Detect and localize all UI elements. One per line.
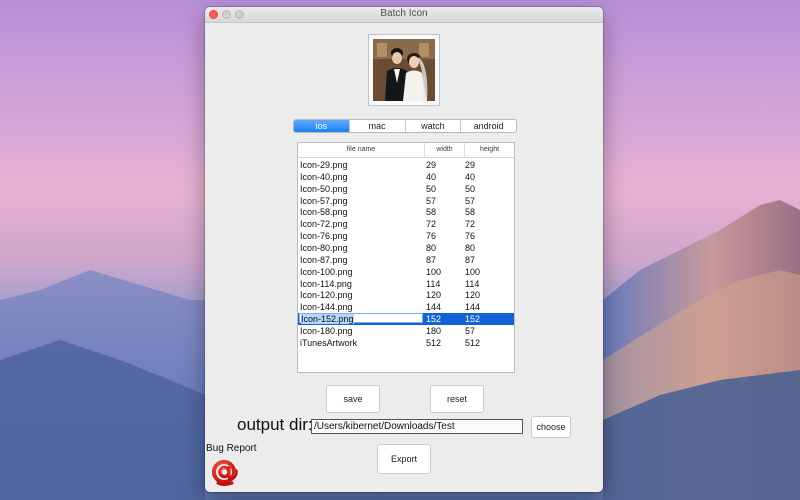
row-height: 87 bbox=[465, 254, 476, 265]
column-header-width[interactable]: width bbox=[424, 143, 464, 157]
source-image-well[interactable] bbox=[368, 34, 440, 106]
tab-mac[interactable]: mac bbox=[348, 120, 405, 132]
table-row[interactable]: iTunesArtwork 512 512 bbox=[298, 337, 514, 349]
row-width: 57 bbox=[426, 195, 437, 206]
row-width: 76 bbox=[426, 231, 437, 242]
source-photo-image bbox=[373, 39, 435, 101]
table-row[interactable]: Icon-100.png 100 100 bbox=[298, 266, 514, 278]
row-height: 72 bbox=[465, 219, 476, 230]
row-file-name: iTunesArtwork bbox=[300, 337, 358, 348]
row-width: 87 bbox=[426, 254, 437, 265]
row-height: 57 bbox=[465, 195, 476, 206]
row-height: 114 bbox=[465, 278, 480, 289]
output-dir-label: output dir: bbox=[237, 415, 313, 434]
row-height: 80 bbox=[465, 242, 476, 253]
row-width: 144 bbox=[426, 302, 442, 313]
table-row[interactable]: Icon-180.png 180 57 bbox=[298, 325, 514, 337]
row-height: 50 bbox=[465, 183, 476, 194]
row-height: 152 bbox=[465, 314, 481, 325]
row-file-name: Icon-58.png bbox=[300, 207, 348, 218]
table-row[interactable]: Icon-58.png 58 58 bbox=[298, 206, 514, 218]
row-width: 29 bbox=[426, 160, 437, 170]
row-file-name: Icon-100.png bbox=[300, 266, 353, 277]
tab-android[interactable]: android bbox=[460, 120, 516, 132]
row-width: 100 bbox=[426, 266, 442, 277]
row-width: 120 bbox=[426, 290, 442, 301]
reset-button[interactable]: reset bbox=[430, 385, 484, 413]
table-row[interactable]: Icon-57.png 57 57 bbox=[298, 195, 514, 207]
row-width: 80 bbox=[426, 242, 437, 253]
table-row[interactable]: Icon-144.png 144 144 bbox=[298, 301, 514, 313]
row-height: 100 bbox=[465, 266, 481, 277]
row-width: 152 bbox=[426, 314, 442, 325]
row-height: 40 bbox=[465, 171, 476, 182]
row-height: 76 bbox=[465, 231, 476, 242]
row-file-name: Icon-180.png bbox=[300, 325, 353, 336]
tab-ios[interactable]: ios bbox=[294, 120, 349, 132]
row-file-name: Icon-50.png bbox=[300, 183, 348, 194]
row-file-name: Icon-57.png bbox=[300, 195, 348, 206]
row-width: 72 bbox=[426, 219, 437, 230]
table-row[interactable]: Icon-114.png 114 114 bbox=[298, 278, 514, 290]
table-row[interactable]: Icon-76.png 76 76 bbox=[298, 230, 514, 242]
choose-button[interactable]: choose bbox=[531, 416, 571, 438]
row-width: 114 bbox=[426, 278, 441, 289]
row-height: 120 bbox=[465, 290, 481, 301]
row-height: 57 bbox=[465, 325, 476, 336]
table-header: file name width height bbox=[298, 143, 514, 158]
row-height: 29 bbox=[465, 160, 476, 170]
column-header-height[interactable]: height bbox=[464, 143, 514, 157]
table-row[interactable]: Icon-120.png 120 120 bbox=[298, 289, 514, 301]
batch-icon-window: Batch Icon ios mac watch android file na… bbox=[205, 7, 603, 492]
row-file-name: Icon-87.png bbox=[300, 254, 348, 265]
row-width: 512 bbox=[426, 337, 442, 348]
row-height: 512 bbox=[465, 337, 481, 348]
row-file-name: Icon-114.png bbox=[300, 278, 352, 289]
icon-size-table: file name width height Icon-29.png 29 29 Ic… bbox=[297, 142, 515, 373]
row-file-name: Icon-72.png bbox=[300, 219, 348, 230]
row-width: 180 bbox=[426, 325, 442, 336]
title-bar: Batch Icon bbox=[205, 7, 603, 23]
bug-report-label: Bug Report bbox=[206, 443, 257, 454]
export-button[interactable]: Export bbox=[377, 444, 431, 474]
save-button[interactable]: save bbox=[326, 385, 380, 413]
table-row[interactable]: Icon-50.png 50 50 bbox=[298, 183, 514, 195]
table-row[interactable]: Icon-80.png 80 80 bbox=[298, 242, 514, 254]
row-file-name: Icon-80.png bbox=[300, 242, 348, 253]
tab-watch[interactable]: watch bbox=[404, 120, 461, 132]
row-file-name[interactable]: Icon-152.png bbox=[299, 313, 423, 325]
row-width: 58 bbox=[426, 207, 437, 218]
row-width: 50 bbox=[426, 183, 437, 194]
window-title: Batch Icon bbox=[380, 8, 428, 19]
at-sign-icon[interactable] bbox=[208, 456, 240, 488]
row-file-name: Icon-76.png bbox=[300, 231, 348, 242]
row-height: 58 bbox=[465, 207, 476, 218]
table-row[interactable]: Icon-40.png 40 40 bbox=[298, 171, 514, 183]
row-file-name: Icon-144.png bbox=[300, 302, 353, 313]
table-row[interactable]: Icon-72.png 72 72 bbox=[298, 218, 514, 230]
row-file-name: Icon-40.png bbox=[300, 171, 348, 182]
row-file-name: Icon-29.png bbox=[300, 160, 348, 170]
table-row[interactable]: Icon-29.png 29 29 bbox=[298, 159, 514, 171]
column-header-file-name[interactable]: file name bbox=[298, 143, 424, 157]
table-row[interactable]: Icon-152.png 152 152 bbox=[298, 313, 514, 326]
row-file-name-text: Icon-152.png bbox=[301, 314, 354, 325]
output-dir-field[interactable]: /Users/kibernet/Downloads/Test bbox=[311, 419, 523, 434]
row-file-name: Icon-120.png bbox=[300, 290, 353, 301]
row-height: 144 bbox=[465, 302, 481, 313]
row-width: 40 bbox=[426, 171, 437, 182]
platform-segmented-control: ios mac watch android bbox=[293, 119, 517, 133]
table-row[interactable]: Icon-87.png 87 87 bbox=[298, 254, 514, 266]
